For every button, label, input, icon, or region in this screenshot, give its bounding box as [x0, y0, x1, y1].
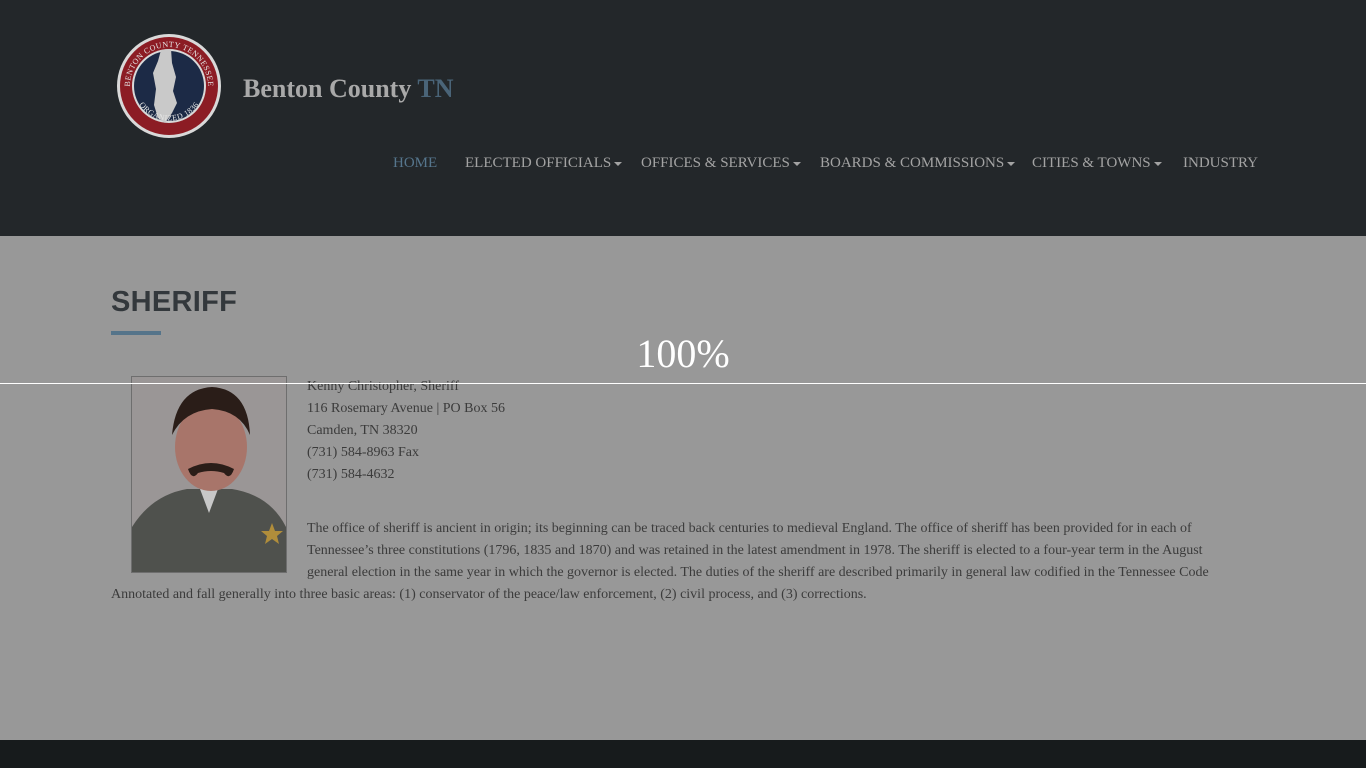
photo-float-spacer — [111, 518, 307, 584]
nav-item-label: HOME — [393, 155, 438, 171]
contact-name: Kenny Christopher, Sheriff — [307, 379, 459, 394]
site-header: BENTON COUNTY TENNESSEE ORGANIZED 1836 B… — [0, 0, 1366, 236]
contact-address: 116 Rosemary Avenue | PO Box 56 — [307, 401, 506, 416]
sheriff-description: The office of sheriff is ancient in orig… — [111, 518, 1221, 606]
site-title[interactable]: Benton County TN — [243, 74, 453, 104]
nav-item-label: CITIES & TOWNS — [1032, 155, 1151, 171]
nav-item-home[interactable]: HOME — [393, 155, 437, 172]
nav-item-label: BOARDS & COMMISSIONS — [820, 155, 1005, 171]
contact-fax: (731) 584-8963 Fax — [307, 445, 419, 460]
nav-item-elected-officials[interactable]: ELECTED OFFICIALS — [465, 155, 623, 172]
nav-item-boards-commissions[interactable]: BOARDS & COMMISSIONS — [820, 155, 1016, 172]
main-nav: HOME ELECTED OFFICIALS OFFICES & SERVICE… — [0, 155, 1366, 175]
site-title-accent: TN — [417, 74, 454, 103]
nav-item-industry[interactable]: INDUSTRY — [1183, 155, 1258, 172]
page-title: SHERIFF — [111, 286, 238, 318]
contact-city: Camden, TN 38320 — [307, 423, 418, 438]
caret-down-icon — [792, 161, 801, 166]
nav-item-cities-towns[interactable]: CITIES & TOWNS — [1032, 155, 1162, 172]
zoom-indicator: 100% — [636, 331, 730, 376]
nav-item-label: OFFICES & SERVICES — [641, 155, 790, 171]
caret-down-icon — [1153, 161, 1162, 166]
nav-item-label: INDUSTRY — [1183, 155, 1259, 171]
county-seal-logo[interactable]: BENTON COUNTY TENNESSEE ORGANIZED 1836 — [116, 33, 222, 139]
nav-item-label: ELECTED OFFICIALS — [465, 155, 612, 171]
contact-phone[interactable]: (731) 584-4632 — [307, 464, 505, 486]
zoom-guide-line — [0, 383, 1366, 384]
contact-info: Kenny Christopher, Sheriff 116 Rosemary … — [307, 376, 505, 486]
caret-down-icon — [614, 161, 623, 166]
site-title-main: Benton County — [243, 74, 412, 103]
site-footer — [0, 740, 1366, 768]
caret-down-icon — [1007, 161, 1016, 166]
nav-item-offices-services[interactable]: OFFICES & SERVICES — [641, 155, 801, 172]
